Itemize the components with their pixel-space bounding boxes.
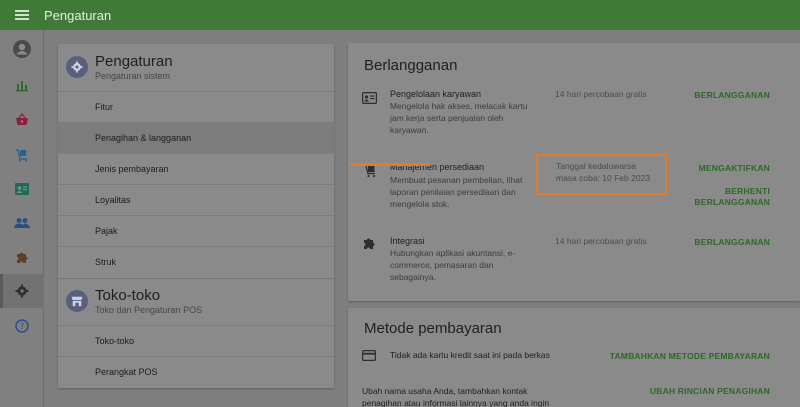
card-title: Metode pembayaran xyxy=(364,320,502,337)
row-description: Membuat pesanan pembelian, lihat laporan… xyxy=(390,175,523,209)
store-icon xyxy=(66,290,88,312)
nav-item-taxes[interactable]: Pajak xyxy=(58,215,334,246)
unsubscribe-label-line1: BERHENTI xyxy=(724,186,770,196)
account-icon[interactable] xyxy=(0,32,44,66)
section-subtitle: Pengaturan sistem xyxy=(95,71,171,81)
expiry-label: Tanggal kedaluwarsa xyxy=(556,161,636,171)
basket-icon[interactable] xyxy=(0,103,44,137)
navigation-rail: ? xyxy=(0,30,44,407)
section-subtitle: Toko dan Pengaturan POS xyxy=(95,305,203,315)
settings-icon[interactable] xyxy=(0,274,44,308)
svg-text:?: ? xyxy=(20,322,25,332)
nav-item-receipts[interactable]: Struk xyxy=(58,246,334,277)
card-title: Berlangganan xyxy=(364,57,458,74)
reports-icon[interactable] xyxy=(0,68,44,102)
nav-item-stores[interactable]: Toko-toko xyxy=(58,325,334,356)
nav-item-payment-types[interactable]: Jenis pembayaran xyxy=(58,153,334,184)
nav-item-billing[interactable]: Penagihan & langganan xyxy=(58,122,334,153)
settings-nav-panel: Pengaturan Pengaturan sistem Fitur Penag… xyxy=(58,44,334,388)
subscriptions-card: Berlangganan Pengelolaan karyawan Mengel… xyxy=(348,43,800,301)
employees-icon[interactable] xyxy=(0,172,44,206)
trial-expiry-highlight: Tanggal kedaluwarsa masa coba: 10 Feb 20… xyxy=(536,154,667,195)
payment-method-card: Metode pembayaran Tidak ada kartu kredit… xyxy=(348,308,800,407)
integrations-icon[interactable] xyxy=(0,240,44,274)
trial-status: 14 hari percobaan gratis xyxy=(555,89,647,99)
items-icon[interactable] xyxy=(0,138,44,172)
nav-item-pos-devices[interactable]: Perangkat POS xyxy=(58,356,334,387)
credit-card-icon xyxy=(362,348,378,364)
unsubscribe-label-line2: BERLANGGANAN xyxy=(694,197,770,207)
section-title: Toko-toko xyxy=(95,287,161,304)
nav-item-features[interactable]: Fitur xyxy=(58,91,334,122)
billing-details-text: Ubah nama usaha Anda, tambahkan kontak p… xyxy=(362,386,550,407)
customers-icon[interactable] xyxy=(0,206,44,240)
trial-status: 14 hari percobaan gratis xyxy=(555,236,647,246)
settings-icon xyxy=(66,56,88,78)
settings-section-header: Pengaturan Pengaturan sistem xyxy=(58,44,334,88)
no-card-text: Tidak ada kartu kredit saat ini pada ber… xyxy=(390,350,550,360)
expiry-date: masa coba: 10 Feb 2023 xyxy=(556,173,651,183)
subscribe-button[interactable]: BERLANGGANAN xyxy=(694,90,770,100)
activate-button[interactable]: MENGAKTIFKAN xyxy=(699,163,770,173)
edit-billing-details-button[interactable]: UBAH RINCIAN PENAGIHAN xyxy=(650,386,770,396)
subscribe-button[interactable]: BERLANGGANAN xyxy=(694,237,770,247)
nav-item-loyalty[interactable]: Loyalitas xyxy=(58,184,334,215)
page-title: Pengaturan xyxy=(44,7,112,23)
menu-icon[interactable] xyxy=(15,10,29,20)
row-title: Integrasi xyxy=(390,236,425,246)
annotation-underline xyxy=(350,163,430,166)
row-description: Hubungkan aplikasi akuntansi, e-commerce… xyxy=(390,248,516,282)
stores-section-header: Toko-toko Toko dan Pengaturan POS xyxy=(58,278,334,322)
unsubscribe-button[interactable]: BERHENTI BERLANGGANAN xyxy=(694,186,770,208)
top-app-bar: Pengaturan xyxy=(0,0,800,30)
add-payment-method-button[interactable]: TAMBAHKAN METODE PEMBAYARAN xyxy=(610,351,770,361)
help-icon[interactable]: ? xyxy=(0,309,44,343)
puzzle-icon xyxy=(362,236,378,252)
row-description: Mengelola hak akses, melacak kartu jam k… xyxy=(390,101,528,135)
employee-badge-icon xyxy=(362,91,378,107)
row-title: Pengelolaan karyawan xyxy=(390,89,482,99)
section-title: Pengaturan xyxy=(95,53,173,70)
